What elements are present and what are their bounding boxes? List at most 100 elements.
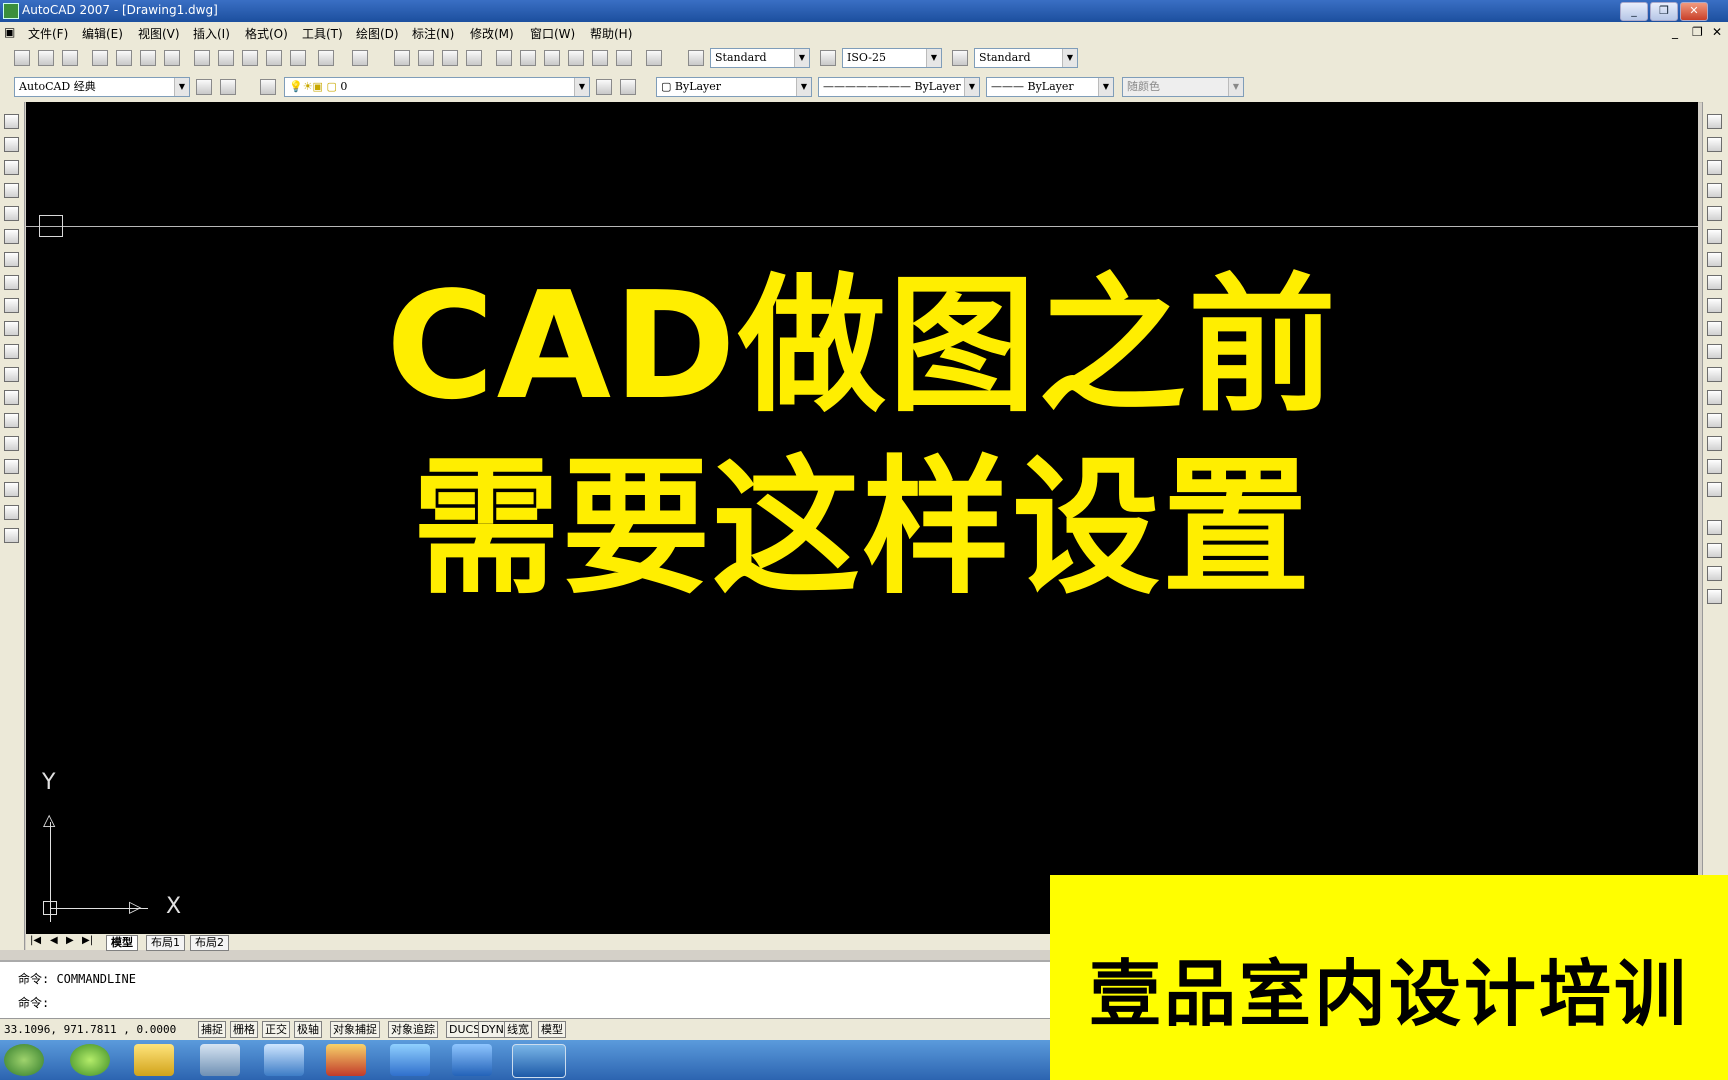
- ellipse-arc-icon[interactable]: [4, 344, 19, 359]
- bring-to-front-icon[interactable]: [1707, 543, 1722, 558]
- break-icon[interactable]: [1707, 390, 1722, 405]
- menu-dimension[interactable]: 标注(N): [412, 25, 454, 42]
- text-style-select[interactable]: Standard ▼: [710, 48, 810, 68]
- menu-insert[interactable]: 插入(I): [193, 25, 230, 42]
- ortho-toggle[interactable]: 正交: [262, 1021, 290, 1038]
- trim-icon[interactable]: [1707, 321, 1722, 336]
- polar-toggle[interactable]: 极轴: [294, 1021, 322, 1038]
- bring-above-icon[interactable]: [1707, 589, 1722, 604]
- cut-icon[interactable]: [194, 50, 210, 66]
- snap-toggle[interactable]: 捕捉: [198, 1021, 226, 1038]
- grid-toggle[interactable]: 栅格: [230, 1021, 258, 1038]
- array-icon[interactable]: [1707, 206, 1722, 221]
- redo-icon[interactable]: [352, 50, 368, 66]
- break-at-point-icon[interactable]: [1707, 367, 1722, 382]
- osnap-toggle[interactable]: 对象捕捉: [330, 1021, 380, 1038]
- mirror-icon[interactable]: [1707, 160, 1722, 175]
- publish-icon[interactable]: [140, 50, 156, 66]
- chat-icon[interactable]: [200, 1044, 240, 1076]
- tab-model[interactable]: 模型: [106, 935, 138, 951]
- calculator-icon[interactable]: [616, 50, 632, 66]
- menu-draw[interactable]: 绘图(D): [356, 25, 399, 42]
- workspace-select[interactable]: AutoCAD 经典 ▼: [14, 77, 190, 97]
- model-toggle[interactable]: 模型: [538, 1021, 566, 1038]
- plot-icon[interactable]: [92, 50, 108, 66]
- rectangle-icon[interactable]: [4, 206, 19, 221]
- send-to-back-icon[interactable]: [1707, 566, 1722, 581]
- tab-nav-next-icon[interactable]: ▶: [66, 935, 74, 946]
- dyn-toggle[interactable]: DYN: [478, 1021, 507, 1038]
- point-icon[interactable]: [4, 413, 19, 428]
- tab-nav-prev-icon[interactable]: ◀: [50, 935, 58, 946]
- rotate-icon[interactable]: [1707, 252, 1722, 267]
- dim-style-icon[interactable]: [820, 50, 836, 66]
- autocad-app-icon[interactable]: [3, 3, 19, 19]
- doc-icon[interactable]: ▣: [4, 25, 15, 39]
- join-icon[interactable]: [1707, 413, 1722, 428]
- open-icon[interactable]: [38, 50, 54, 66]
- zoom-realtime-icon[interactable]: [418, 50, 434, 66]
- menu-format[interactable]: 格式(O): [245, 25, 288, 42]
- doc-minimize-icon[interactable]: _: [1672, 25, 1678, 39]
- menu-edit[interactable]: 编辑(E): [82, 25, 123, 42]
- paste-icon[interactable]: [242, 50, 258, 66]
- plot-preview-icon[interactable]: [116, 50, 132, 66]
- copy-object-icon[interactable]: [1707, 137, 1722, 152]
- workspace-settings-icon[interactable]: [196, 79, 212, 95]
- menu-window[interactable]: 窗口(W): [530, 25, 575, 42]
- insert-block-icon[interactable]: [4, 367, 19, 382]
- extend-icon[interactable]: [1707, 344, 1722, 359]
- move-icon[interactable]: [1707, 229, 1722, 244]
- drawing-canvas[interactable]: CAD做图之前 需要这样设置 △ ▷ Y X: [26, 102, 1698, 934]
- design-center-icon[interactable]: [520, 50, 536, 66]
- command-prompt[interactable]: 命令:: [18, 994, 49, 1011]
- zoom-window-icon[interactable]: [442, 50, 458, 66]
- autocad-taskbar-icon[interactable]: [512, 1044, 566, 1078]
- spline-icon[interactable]: [4, 298, 19, 313]
- make-current-layer-icon[interactable]: [596, 79, 612, 95]
- construction-line-icon[interactable]: [4, 137, 19, 152]
- menu-modify[interactable]: 修改(M): [470, 25, 514, 42]
- markup-icon[interactable]: [592, 50, 608, 66]
- 3d-dwf-icon[interactable]: [164, 50, 180, 66]
- stretch-icon[interactable]: [1707, 298, 1722, 313]
- calendar-app-icon[interactable]: [452, 1044, 492, 1076]
- cursor-app-icon[interactable]: [390, 1044, 430, 1076]
- linetype-select[interactable]: ———————— ByLayer ▼: [818, 77, 980, 97]
- close-button[interactable]: ✕: [1680, 2, 1708, 21]
- layer-select[interactable]: 💡☀▣ ▢ 0 ▼: [284, 77, 590, 97]
- tab-nav-last-icon[interactable]: ▶|: [82, 935, 93, 946]
- hatch-icon[interactable]: [4, 436, 19, 451]
- line-icon[interactable]: [4, 114, 19, 129]
- table-icon[interactable]: [4, 505, 19, 520]
- gradient-icon[interactable]: [4, 459, 19, 474]
- table-style-icon[interactable]: [952, 50, 968, 66]
- menu-help[interactable]: 帮助(H): [590, 25, 632, 42]
- recorder-icon[interactable]: [326, 1044, 366, 1076]
- circle-icon[interactable]: [4, 252, 19, 267]
- draw-order-icon[interactable]: [1707, 520, 1722, 535]
- layer-manager-icon[interactable]: [260, 79, 276, 95]
- scale-icon[interactable]: [1707, 275, 1722, 290]
- erase-icon[interactable]: [1707, 114, 1722, 129]
- my-workspace-icon[interactable]: [220, 79, 236, 95]
- undo-icon[interactable]: [318, 50, 334, 66]
- browser-icon[interactable]: [70, 1044, 110, 1076]
- minimize-button[interactable]: _: [1620, 2, 1648, 21]
- copy-icon[interactable]: [218, 50, 234, 66]
- sheet-set-icon[interactable]: [568, 50, 584, 66]
- tab-layout1[interactable]: 布局1: [146, 935, 185, 951]
- fillet-icon[interactable]: [1707, 459, 1722, 474]
- offset-icon[interactable]: [1707, 183, 1722, 198]
- layer-previous-icon[interactable]: [620, 79, 636, 95]
- region-icon[interactable]: [4, 482, 19, 497]
- notification-bell-icon[interactable]: [134, 1044, 174, 1076]
- menu-tools[interactable]: 工具(T): [302, 25, 343, 42]
- coordinate-readout[interactable]: 33.1096, 971.7811 , 0.0000: [4, 1023, 176, 1036]
- pan-icon[interactable]: [394, 50, 410, 66]
- make-block-icon[interactable]: [4, 390, 19, 405]
- tool-palettes-icon[interactable]: [544, 50, 560, 66]
- tab-nav-first-icon[interactable]: |◀: [30, 935, 41, 946]
- explode-icon[interactable]: [1707, 482, 1722, 497]
- new-icon[interactable]: [14, 50, 30, 66]
